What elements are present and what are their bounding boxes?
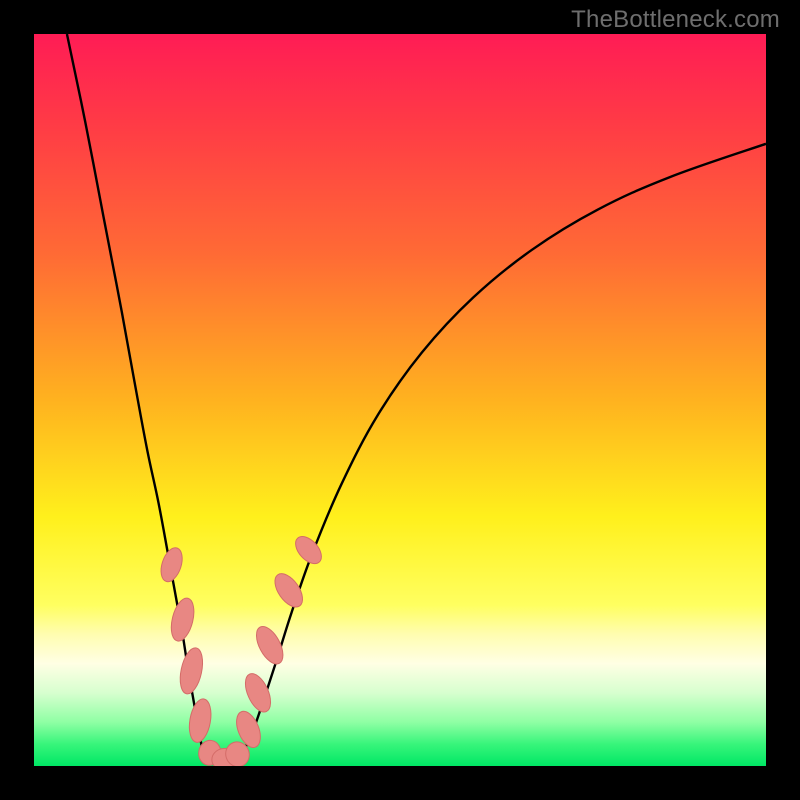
marker-0 [157, 545, 186, 584]
watermark-text: TheBottleneck.com [571, 6, 780, 34]
curve-left-branch [67, 34, 202, 750]
chart-curves [34, 34, 766, 766]
marker-10 [269, 569, 308, 612]
chart-frame: TheBottleneck.com [0, 0, 800, 800]
marker-2 [176, 646, 206, 696]
plot-area [34, 34, 766, 766]
curve-right-branch [243, 144, 766, 753]
marker-3 [186, 697, 214, 744]
marker-9 [251, 622, 288, 668]
marker-1 [167, 596, 198, 644]
